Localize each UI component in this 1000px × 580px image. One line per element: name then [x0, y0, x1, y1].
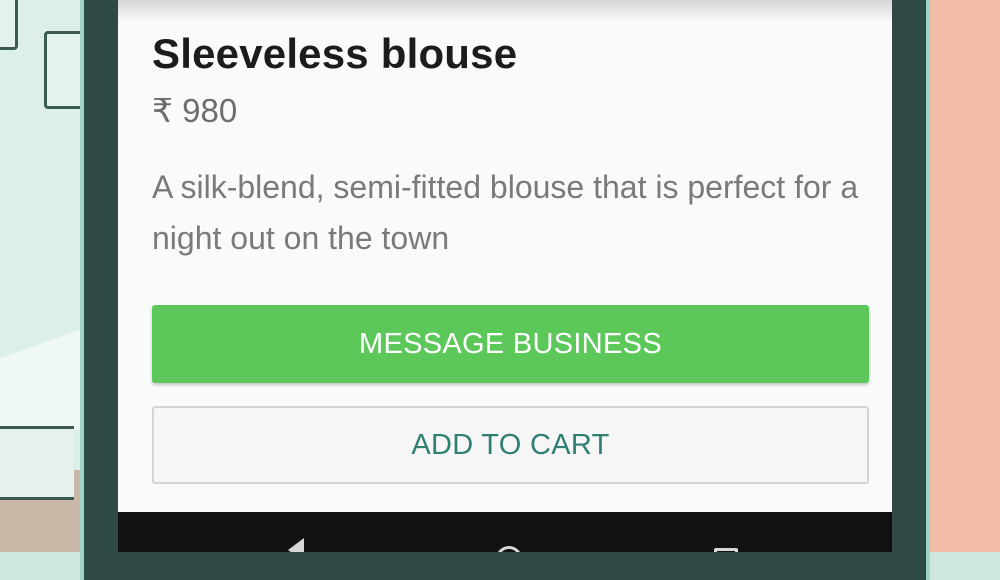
- recents-icon[interactable]: [714, 548, 738, 552]
- product-title: Sleeveless blouse: [152, 30, 518, 77]
- back-icon[interactable]: [288, 538, 304, 552]
- message-business-button[interactable]: MESSAGE BUSINESS: [152, 305, 869, 383]
- product-detail-screen: Sleeveless blouse ₹ 980 A silk-blend, se…: [118, 0, 892, 512]
- background-window-frame: [0, 0, 18, 50]
- home-icon[interactable]: [496, 546, 522, 552]
- scroll-edge-shadow: [118, 0, 892, 22]
- system-navigation-bar: [118, 512, 892, 552]
- background-light-beam: [0, 290, 80, 430]
- background-shelf: [0, 426, 74, 500]
- product-description: A silk-blend, semi-fitted blouse that is…: [152, 169, 859, 256]
- add-to-cart-button[interactable]: ADD TO CART: [152, 406, 869, 484]
- product-price: ₹ 980: [152, 92, 238, 129]
- background-wall-right: [930, 0, 1000, 552]
